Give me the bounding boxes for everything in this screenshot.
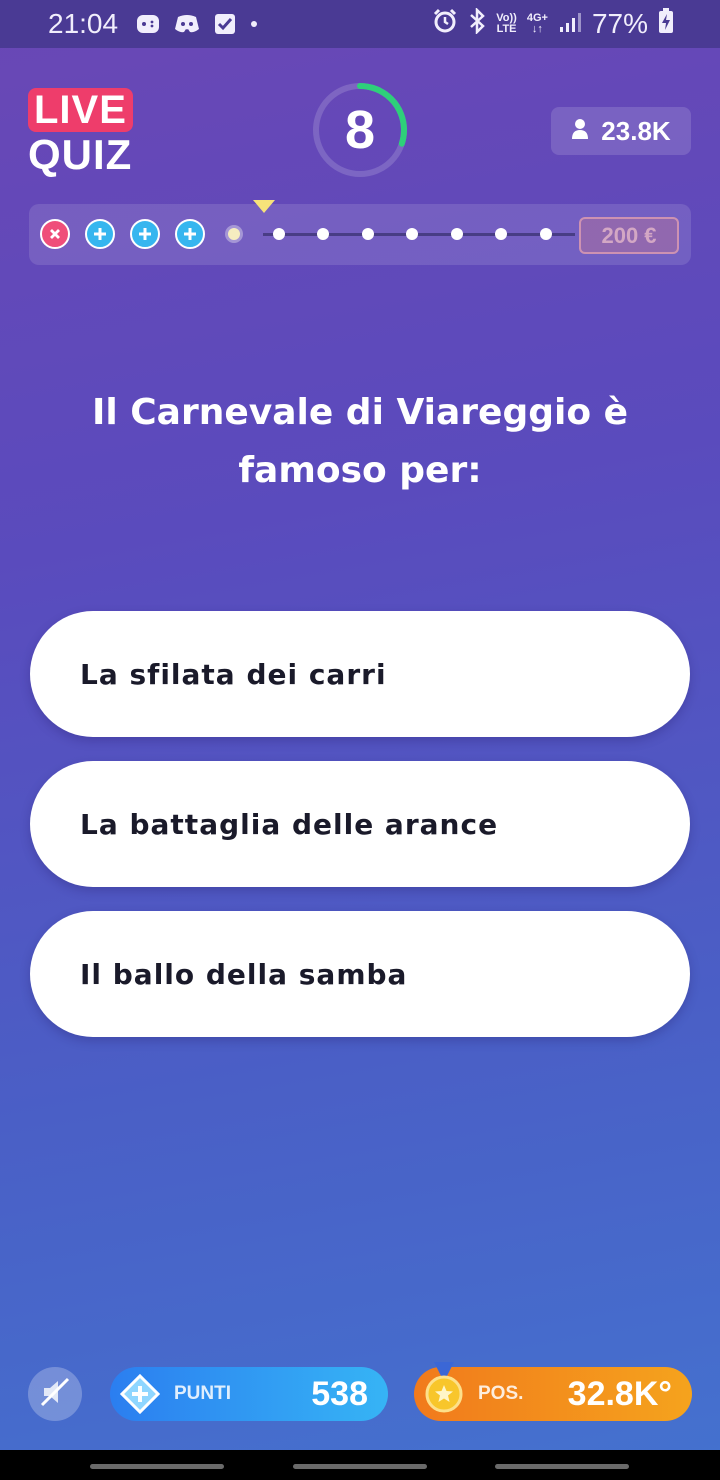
step-pending [451, 228, 463, 240]
current-step-pointer [253, 200, 275, 213]
points-value: 538 [311, 1374, 368, 1413]
signal-icon [558, 9, 582, 40]
position-label: POS. [478, 1383, 524, 1404]
answer-option-2[interactable]: La battaglia delle arance [30, 761, 690, 887]
step-pending [317, 228, 329, 240]
answer-label: La battaglia delle arance [80, 807, 499, 841]
logo-live-text: LIVE [28, 88, 133, 132]
user-icon [571, 116, 589, 147]
battery-charging-icon [658, 7, 674, 41]
medal-icon [424, 1362, 464, 1414]
bluetooth-icon [468, 6, 486, 41]
checkbox-icon [214, 13, 236, 35]
speaker-muted-icon [38, 1375, 72, 1413]
answer-label: Il ballo della samba [80, 957, 408, 991]
status-bar: 21:04 Vo)) LTE 4G+ ↓↑ 77% [0, 0, 720, 48]
step-wrong-icon [40, 219, 70, 249]
step-extra-life-icon [130, 219, 160, 249]
nav-home-button[interactable] [293, 1464, 427, 1469]
logo-quiz-text: QUIZ [28, 131, 133, 178]
alarm-icon [432, 8, 458, 41]
answer-option-1[interactable]: La sfilata dei carri [30, 611, 690, 737]
battery-percentage: 77% [591, 8, 648, 39]
live-quiz-logo: LIVE QUIZ [28, 88, 140, 178]
viewers-badge: 23.8K [551, 107, 691, 155]
step-extra-life-icon [85, 219, 115, 249]
mute-button[interactable] [28, 1367, 82, 1421]
question-text: Il Carnevale di Viareggio è famoso per: [91, 392, 629, 491]
prize-badge: 200 € [579, 217, 679, 254]
step-pending [495, 228, 507, 240]
progress-track [263, 233, 575, 236]
viewers-count: 23.8K [601, 115, 671, 146]
step-extra-life-icon [175, 219, 205, 249]
answer-option-3[interactable]: Il ballo della samba [30, 911, 690, 1037]
dot-icon [250, 20, 258, 28]
points-pill: PUNTI 538 [110, 1367, 388, 1421]
nav-back-button[interactable] [495, 1464, 629, 1469]
extra-life-icon [119, 1373, 161, 1415]
countdown-timer: 8 [310, 80, 410, 180]
discord-icon [174, 14, 200, 34]
position-pill: POS. 32.8K° [414, 1362, 692, 1421]
step-current [228, 228, 240, 240]
status-time: 21:04 [48, 8, 119, 39]
step-pending [540, 228, 552, 240]
gamepad-icon [136, 13, 160, 35]
network-type-indicator: 4G+ ↓↑ [526, 12, 548, 35]
system-nav-bar [0, 1450, 720, 1480]
timer-value: 8 [344, 100, 376, 160]
step-pending [273, 228, 285, 240]
question-progress: 200 € [29, 200, 691, 265]
volte-indicator: Vo)) LTE [496, 12, 517, 35]
position-value: 32.8K° [567, 1374, 672, 1413]
answer-label: La sfilata dei carri [80, 657, 387, 691]
step-pending [362, 228, 374, 240]
step-pending [406, 228, 418, 240]
points-label: PUNTI [174, 1383, 231, 1404]
nav-recents-button[interactable] [90, 1464, 224, 1469]
